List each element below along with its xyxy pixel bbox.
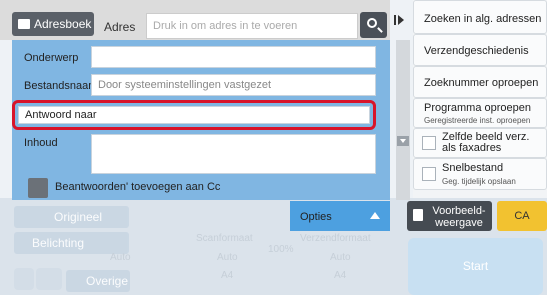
body-field[interactable] [91,134,376,174]
ca-button[interactable]: CA [497,201,547,231]
scan-size-paper: A4 [221,270,234,281]
add-reply-cc-checkbox[interactable] [28,178,48,198]
reply-to-label: Antwoord naar [25,109,97,121]
search-global-address-item[interactable]: Zoeken in alg. adressen [413,0,547,34]
other-button: Overige [66,270,130,292]
same-image-fax-checkbox[interactable] [422,136,436,150]
menu-item-label: Snelbestand [442,162,504,174]
menu-scrollbar[interactable] [396,40,410,200]
scan-size-label: Scanformaat [196,233,253,244]
action-menu: Zoeken in alg. adressen Verzendgeschiede… [413,0,547,198]
menu-item-sublabel: Geg. tijdelijk opslaan [442,177,516,186]
address-input[interactable]: Druk in om adres in te voeren [146,13,358,39]
send-size-label: Verzendformaat [300,233,371,244]
menu-item-label: Programma oproepen [424,102,532,114]
menu-item-sublabel: Geregistreerde inst. oproepen [424,116,531,125]
reply-to-highlight: Antwoord naar [12,100,376,130]
add-reply-cc-label: Beantwoorden' toevoegen aan Cc [55,181,221,193]
quick-file-item[interactable]: Snelbestand Geg. tijdelijk opslaan [413,158,547,190]
search-icon [367,18,377,28]
start-label: Start [462,259,489,273]
menu-item-label: Zelfde beeld verz. als faxadres [442,131,530,154]
ratio-value: 100% [268,244,294,255]
address-bar: Adresboek Adres Druk in om adres in te v… [0,0,390,40]
address-book-button[interactable]: Adresboek [12,12,94,36]
address-book-icon [18,19,30,29]
color-mode-icon [36,268,62,290]
search-button[interactable] [360,12,387,38]
menu-item-label: Verzendgeschiedenis [424,45,529,57]
scan-size-value: Auto [217,252,238,263]
send-history-item[interactable]: Verzendgeschiedenis [413,34,547,66]
preview-label: Voorbeeld-weergave [432,205,486,229]
chevron-up-icon [370,212,380,219]
address-book-label: Adresboek [34,17,92,31]
address-label: Adres [104,20,136,34]
filename-field[interactable]: Door systeeminstellingen vastgezet [91,74,376,96]
exposure-button: Belichting [14,232,129,254]
recall-search-number-item[interactable]: Zoeknummer oproepen [413,66,547,98]
filename-label: Bestandsnaam [24,80,98,92]
exposure-label: Belichting [32,236,85,250]
menu-item-label: Zoeknummer oproepen [424,77,539,89]
subject-label: Onderwerp [24,52,79,64]
quick-file-checkbox[interactable] [422,167,436,181]
preview-icon [413,209,423,221]
menu-item-label: Zoeken in alg. adressen [424,13,542,25]
exposure-value: Auto [110,252,131,263]
reply-to-field[interactable]: Antwoord naar [18,106,370,124]
play-bar-icon [394,15,404,25]
subject-field[interactable] [91,46,376,68]
same-image-fax-item[interactable]: Zelfde beeld verz. als faxadres [413,128,547,158]
start-button: Start [408,238,543,295]
options-toggle[interactable]: Opties [290,201,390,231]
body-label: Inhoud [24,137,58,149]
preview-button[interactable]: Voorbeeld-weergave [407,201,492,231]
scroll-down-icon[interactable] [397,136,409,146]
options-label: Opties [300,211,332,223]
send-size-value: Auto [330,252,351,263]
ca-label: CA [514,210,530,222]
favorite-icon [14,268,34,290]
original-button: Origineel [14,206,129,228]
recall-program-item[interactable]: Programma oproepen Geregistreerde inst. … [413,98,547,128]
send-size-paper: A4 [334,270,347,281]
